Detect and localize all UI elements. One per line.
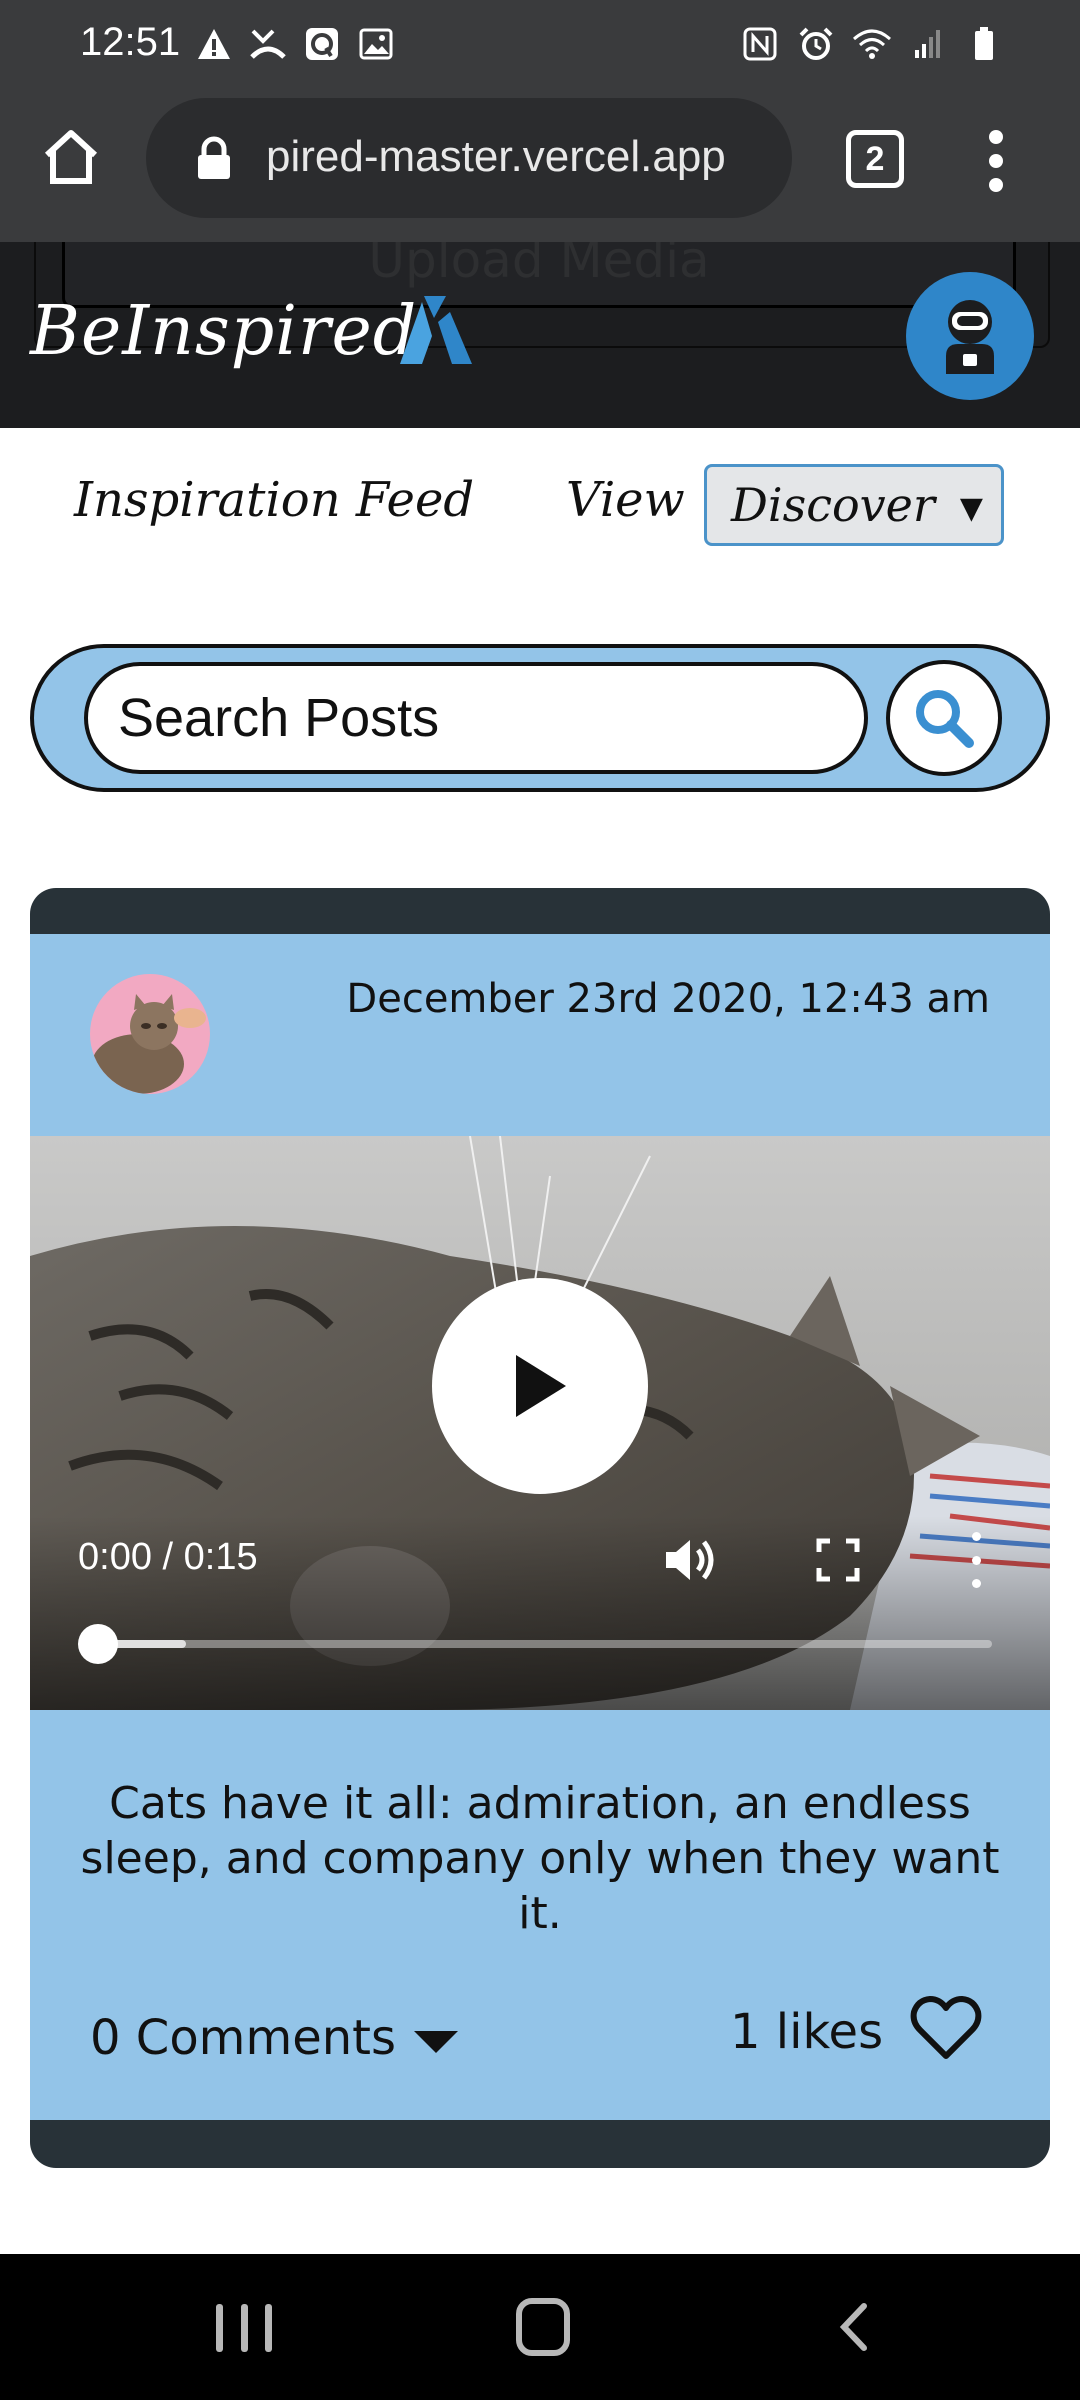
home-icon <box>44 130 98 184</box>
post-footer: Cats have it all: admiration, an endless… <box>30 1710 1050 2120</box>
post-caption: Cats have it all: admiration, an endless… <box>80 1778 1000 1939</box>
browser-menu-button[interactable] <box>966 126 1026 196</box>
missed-call-icon <box>248 24 288 64</box>
back-icon[interactable] <box>830 2302 880 2352</box>
select-caret-icon: ▼ <box>959 491 983 526</box>
view-select-value: Discover <box>731 478 935 532</box>
url-text: pired-master.vercel.app <box>266 132 726 181</box>
search-button[interactable] <box>886 660 1002 776</box>
comments-toggle[interactable]: 0 Comments <box>90 2010 458 2066</box>
signal-icon <box>908 24 948 64</box>
nfc-icon <box>740 24 780 64</box>
post-author-avatar[interactable] <box>90 974 210 1094</box>
lock-icon <box>198 136 230 179</box>
address-bar[interactable]: pired-master.vercel.app <box>146 98 792 218</box>
gallery-icon <box>356 24 396 64</box>
view-label: View <box>566 472 685 528</box>
status-icons-left <box>194 24 396 64</box>
recent-apps-button[interactable] <box>216 2304 272 2352</box>
user-avatar-button[interactable] <box>906 272 1034 400</box>
warning-icon <box>194 24 234 64</box>
status-icons-right <box>740 24 1004 64</box>
post-header: December 23rd 2020, 12:43 am <box>30 934 1050 1136</box>
wifi-icon <box>852 24 892 64</box>
volume-icon[interactable] <box>662 1532 718 1588</box>
post-card: December 23rd 2020, 12:43 am 0:00 / 0:15… <box>30 888 1050 2168</box>
system-home-button[interactable] <box>516 2298 570 2356</box>
browser-toolbar: pired-master.vercel.app 2 <box>0 92 1080 242</box>
feed-title: Inspiration Feed <box>74 472 475 528</box>
tab-switcher-button[interactable]: 2 <box>846 130 904 188</box>
brand-logo-icon <box>400 296 472 364</box>
search-input[interactable] <box>84 662 868 774</box>
video-more-options-button[interactable] <box>966 1532 986 1588</box>
caret-down-icon <box>413 2031 458 2053</box>
quip-app-icon <box>302 24 342 64</box>
comments-label: 0 Comments <box>90 2010 396 2066</box>
play-button[interactable] <box>432 1278 648 1494</box>
search-icon <box>916 690 974 748</box>
post-date: December 23rd 2020, 12:43 am <box>346 976 990 1022</box>
alarm-icon <box>796 24 836 64</box>
search-bar <box>30 644 1050 792</box>
fullscreen-icon[interactable] <box>816 1538 860 1582</box>
heart-icon[interactable] <box>910 1994 982 2062</box>
likes-count: 1 likes <box>730 2004 884 2060</box>
video-player[interactable]: 0:00 / 0:15 <box>30 1136 1050 1710</box>
app-header: Upload Media BeInspired <box>0 242 1080 428</box>
video-time: 0:00 / 0:15 <box>78 1536 258 1578</box>
view-select[interactable]: Discover ▼ <box>704 464 1004 546</box>
system-nav-bar <box>0 2254 1080 2400</box>
status-bar: 12:51 <box>0 0 1080 92</box>
battery-icon <box>964 24 1004 64</box>
brand-name: BeInspired <box>30 292 418 371</box>
video-progress-bar[interactable] <box>96 1640 992 1648</box>
video-scrubber-handle[interactable] <box>78 1624 118 1664</box>
astronaut-icon <box>946 300 994 374</box>
home-button[interactable] <box>36 122 106 192</box>
status-time: 12:51 <box>80 20 181 64</box>
play-icon <box>516 1355 566 1417</box>
